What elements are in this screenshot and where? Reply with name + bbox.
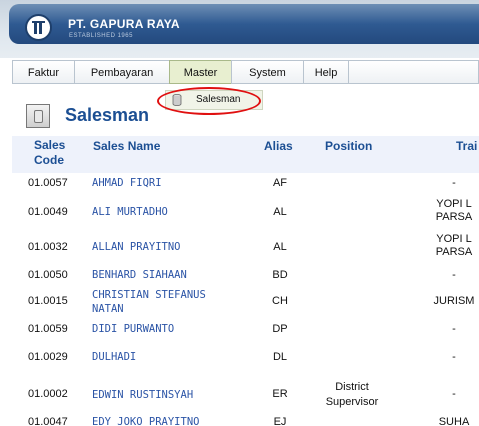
table-row: 01.0002 EDWIN RUSTINSYAH ER District Sup… (12, 380, 479, 412)
trainer: - (452, 323, 456, 335)
sales-name-link[interactable]: EDY JOKO PRAYITNO (92, 416, 199, 426)
position: District (335, 381, 369, 393)
header-sales-code-line2: Code (34, 153, 64, 167)
sales-name-link[interactable]: ALI MURTADHO (92, 206, 168, 219)
app-header: PT. GAPURA RAYA ESTABLISHED 1965 (0, 0, 479, 58)
menu-faktur[interactable]: Faktur (12, 60, 75, 84)
alias: CH (272, 295, 288, 307)
header-alias: Alias (264, 139, 293, 153)
table-row: 01.0049 ALI MURTADHO AL YOPI L PARSA (12, 198, 479, 228)
alias: DL (272, 351, 288, 363)
menu-help[interactable]: Help (303, 60, 349, 84)
alias: EJ (273, 416, 287, 426)
position-line2: Supervisor (325, 396, 379, 408)
page-title: Salesman (65, 105, 150, 125)
table-row: 01.0050 BENHARD SIAHAAN BD - (12, 268, 479, 288)
sales-name-link[interactable]: CHRISTIAN STEFANUS (92, 289, 206, 302)
trainer: - (452, 388, 456, 400)
company-name: PT. GAPURA RAYA (68, 17, 180, 31)
sales-code: 01.0032 (28, 241, 68, 253)
table-row: 01.0057 AHMAD FIQRI AF - (12, 176, 479, 196)
menu-empty-space (348, 60, 479, 84)
menu-system[interactable]: System (231, 60, 304, 84)
header-position: Position (325, 139, 373, 153)
table-row: 01.0059 DIDI PURWANTO DP - (12, 322, 479, 342)
table-row: 01.0032 ALLAN PRAYITNO AL YOPI L PARSA (12, 233, 479, 263)
trainer-line2: PARSA (435, 211, 473, 223)
menu-master[interactable]: Master (169, 60, 232, 84)
header-sales-name: Sales Name (93, 139, 161, 153)
trainer: SUHA (438, 416, 470, 426)
table-row: 01.0047 EDY JOKO PRAYITNO EJ SUHA (12, 416, 479, 426)
table-row: 01.0015 CHRISTIAN STEFANUS NATAN CH JURI… (12, 289, 479, 319)
salesman-icon (26, 104, 50, 128)
sales-code: 01.0057 (28, 177, 68, 189)
sales-name-link[interactable]: DULHADI (92, 351, 136, 364)
sales-code: 01.0015 (28, 295, 68, 307)
company-logo-icon (25, 14, 52, 41)
sales-name-link[interactable]: BENHARD SIAHAAN (92, 269, 187, 282)
menu-bar: Faktur Pembayaran Master System Help (12, 60, 479, 84)
sales-code: 01.0047 (28, 416, 68, 426)
master-dropdown: Salesman (157, 87, 267, 115)
sales-code: 01.0002 (28, 388, 68, 400)
alias: AL (273, 206, 287, 218)
trainer: - (452, 351, 456, 363)
alias: AF (272, 177, 288, 189)
trainer: JURISM (433, 295, 475, 307)
sales-code: 01.0050 (28, 269, 68, 281)
header-sales-code-line1: Sales (34, 138, 66, 152)
established-text: ESTABLISHED 1965 (69, 33, 133, 39)
alias: AL (273, 241, 287, 253)
sales-name-link[interactable]: DIDI PURWANTO (92, 323, 174, 336)
alias: ER (272, 388, 288, 400)
alias: BD (272, 269, 288, 281)
sales-code: 01.0059 (28, 323, 68, 335)
brand-bar: PT. GAPURA RAYA ESTABLISHED 1965 (9, 4, 479, 44)
menu-pembayaran[interactable]: Pembayaran (74, 60, 170, 84)
alias: DP (272, 323, 288, 335)
sales-code: 01.0029 (28, 351, 68, 363)
highlight-ellipse (157, 87, 261, 115)
trainer-line2: PARSA (435, 246, 473, 258)
table-row: 01.0029 DULHADI DL - (12, 350, 479, 370)
sales-name-link[interactable]: AHMAD FIQRI (92, 177, 162, 190)
sales-name-line2[interactable]: NATAN (92, 303, 124, 316)
sales-name-link[interactable]: ALLAN PRAYITNO (92, 241, 181, 254)
trainer: YOPI L (436, 198, 472, 210)
trainer: - (452, 177, 456, 189)
table-header: Sales Code Sales Name Alias Position Tra… (12, 136, 479, 173)
trainer: - (452, 269, 456, 281)
header-trainer: Trai (456, 139, 478, 153)
trainer: YOPI L (436, 233, 472, 245)
sales-code: 01.0049 (28, 206, 68, 218)
sales-name-link[interactable]: EDWIN RUSTINSYAH (92, 389, 193, 402)
